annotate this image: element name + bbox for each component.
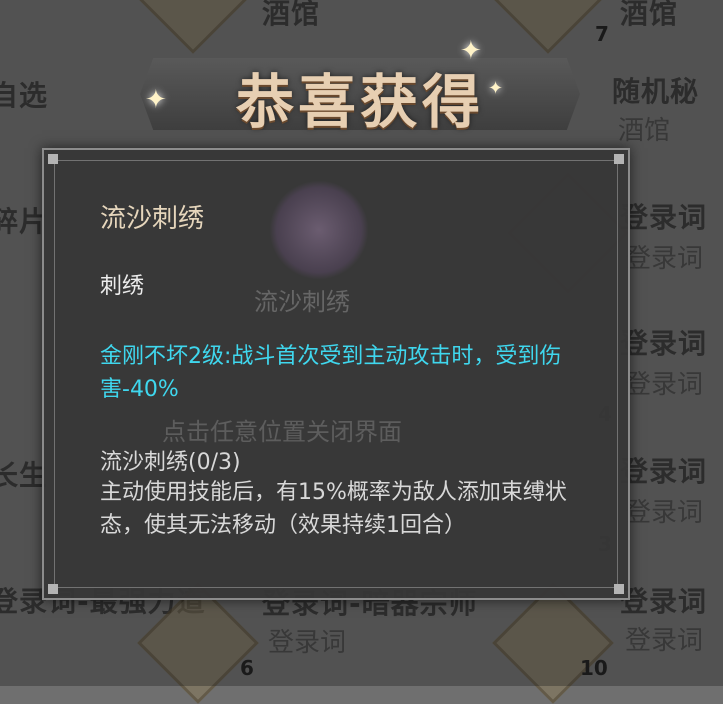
item-tooltip-panel: 流沙刺绣 点击任意位置关闭界面 流沙刺绣 刺绣 金刚不坏2级:战斗首次受到主动攻…	[42, 148, 630, 600]
embroidery-item-icon	[269, 180, 369, 280]
item-type: 刺绣	[100, 274, 145, 299]
item-name: 流沙刺绣	[100, 204, 205, 234]
sparkle-icon: ✦	[460, 36, 482, 66]
panel-corner	[614, 154, 624, 164]
set-bonus-title: 流沙刺绣(0/3)	[100, 450, 241, 475]
background-item-label: 流沙刺绣	[254, 288, 350, 316]
item-effect: 金刚不坏2级:战斗首次受到主动攻击时，受到伤害-40%	[100, 344, 562, 402]
sparkle-icon: ✦	[145, 85, 167, 115]
panel-corner	[614, 584, 624, 594]
reward-title: 恭喜获得	[235, 68, 484, 136]
panel-corner	[48, 154, 58, 164]
set-bonus-description: 主动使用技能后，有15%概率为敌人添加束缚状态，使其无法移动（效果持续1回合）	[100, 480, 567, 538]
sparkle-icon: ✦	[488, 78, 504, 99]
close-hint: 点击任意位置关闭界面	[162, 418, 402, 446]
panel-corner	[48, 584, 58, 594]
